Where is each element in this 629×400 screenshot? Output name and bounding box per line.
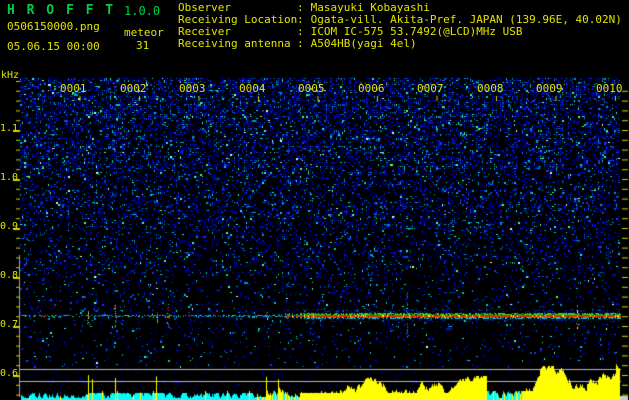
hrofft-frame: H R O F F T 1.0.0 0506150000.png 05.06.1… [0, 0, 629, 400]
freq-tick-label: 1.1 [0, 123, 19, 134]
time-tick-label: 0004 [239, 82, 266, 95]
freq-tick-label: 0.6 [0, 368, 19, 379]
station-info: Observer: Masayuki Kobayashi Receiving Lo… [178, 2, 622, 50]
freq-tick-label: 0.9 [0, 221, 19, 232]
app-title: H R O F F T [7, 3, 116, 18]
time-tick-label: 0002 [120, 82, 147, 95]
frame-datetime: 05.06.15 00:00 [7, 40, 100, 53]
freq-tick-label: 0.7 [0, 319, 19, 330]
spectrogram-canvas [0, 0, 629, 400]
time-tick-label: 0007 [417, 82, 444, 95]
time-tick-label: 0005 [298, 82, 325, 95]
info-separator: : [297, 37, 304, 50]
info-row-antenna: Receiving antenna: A504HB(yagi 4el) [178, 38, 622, 50]
info-label: Receiving antenna [178, 37, 291, 50]
freq-tick-label: 1.0 [0, 172, 19, 183]
filename: 0506150000.png [7, 20, 100, 33]
time-tick-label: 0010 [596, 82, 623, 95]
info-value: A504HB(yagi 4el) [310, 37, 417, 50]
time-tick-label: 0006 [358, 82, 385, 95]
time-tick-label: 0001 [60, 82, 87, 95]
meteor-label: meteor [124, 26, 164, 39]
app-version: 1.0.0 [124, 4, 161, 18]
time-tick-label: 0003 [179, 82, 206, 95]
time-tick-label: 0008 [477, 82, 504, 95]
meteor-count: 31 [136, 39, 150, 52]
freq-axis-unit: kHz [1, 70, 20, 81]
freq-tick-label: 0.8 [0, 270, 19, 281]
time-tick-label: 0009 [536, 82, 563, 95]
